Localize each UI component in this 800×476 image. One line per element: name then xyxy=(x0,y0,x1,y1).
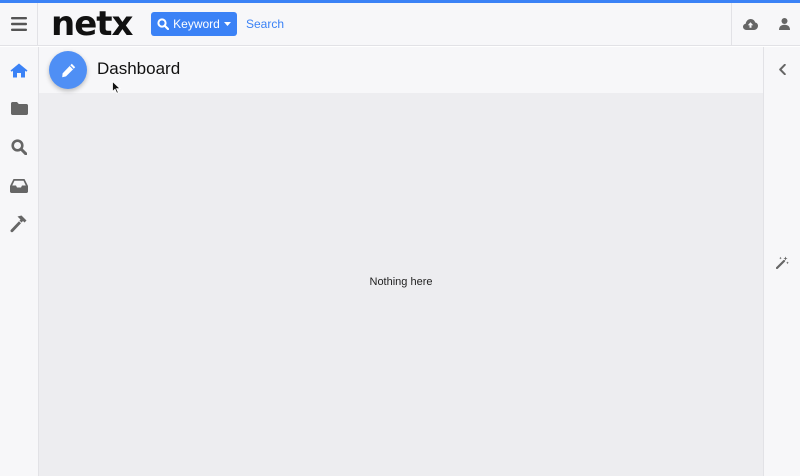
cloud-upload-icon xyxy=(742,18,758,30)
magic-wand-button[interactable] xyxy=(764,250,800,274)
header-actions xyxy=(731,3,800,45)
left-sidebar xyxy=(0,47,39,476)
menu-icon xyxy=(10,17,27,31)
main-content: Dashboard Nothing here xyxy=(39,47,763,476)
search-icon xyxy=(11,139,27,155)
sidebar-item-home[interactable] xyxy=(0,55,38,85)
panel-toggle-button[interactable] xyxy=(764,57,800,81)
sidebar-item-search[interactable] xyxy=(0,132,38,162)
empty-state-message: Nothing here xyxy=(369,276,433,288)
inbox-icon xyxy=(10,179,28,193)
menu-button[interactable] xyxy=(0,3,38,45)
search-type-dropdown[interactable]: Keyword xyxy=(151,12,237,36)
mouse-cursor-icon xyxy=(112,81,121,94)
home-icon xyxy=(10,63,28,77)
pencil-icon xyxy=(61,63,75,77)
user-menu-button[interactable] xyxy=(778,18,790,30)
search-type-label: Keyword xyxy=(173,17,220,31)
upload-button[interactable] xyxy=(742,18,758,30)
hammer-icon xyxy=(10,215,27,233)
caret-down-icon xyxy=(223,22,231,26)
search-icon xyxy=(157,18,170,30)
right-panel xyxy=(763,47,800,476)
folder-icon xyxy=(10,101,28,115)
sidebar-item-inbox[interactable] xyxy=(0,171,38,201)
page-header: Dashboard xyxy=(39,47,763,93)
sidebar-item-folders[interactable] xyxy=(0,93,38,123)
edit-dashboard-button[interactable] xyxy=(49,51,87,89)
chevron-left-icon xyxy=(779,63,786,75)
app-header: netx Keyword xyxy=(0,3,800,46)
sidebar-item-tools[interactable] xyxy=(0,209,38,239)
search-input[interactable] xyxy=(244,12,494,36)
page-title: Dashboard xyxy=(97,59,181,78)
netx-logo[interactable]: netx xyxy=(51,4,133,44)
user-icon xyxy=(778,18,790,30)
magic-wand-icon xyxy=(776,256,789,269)
